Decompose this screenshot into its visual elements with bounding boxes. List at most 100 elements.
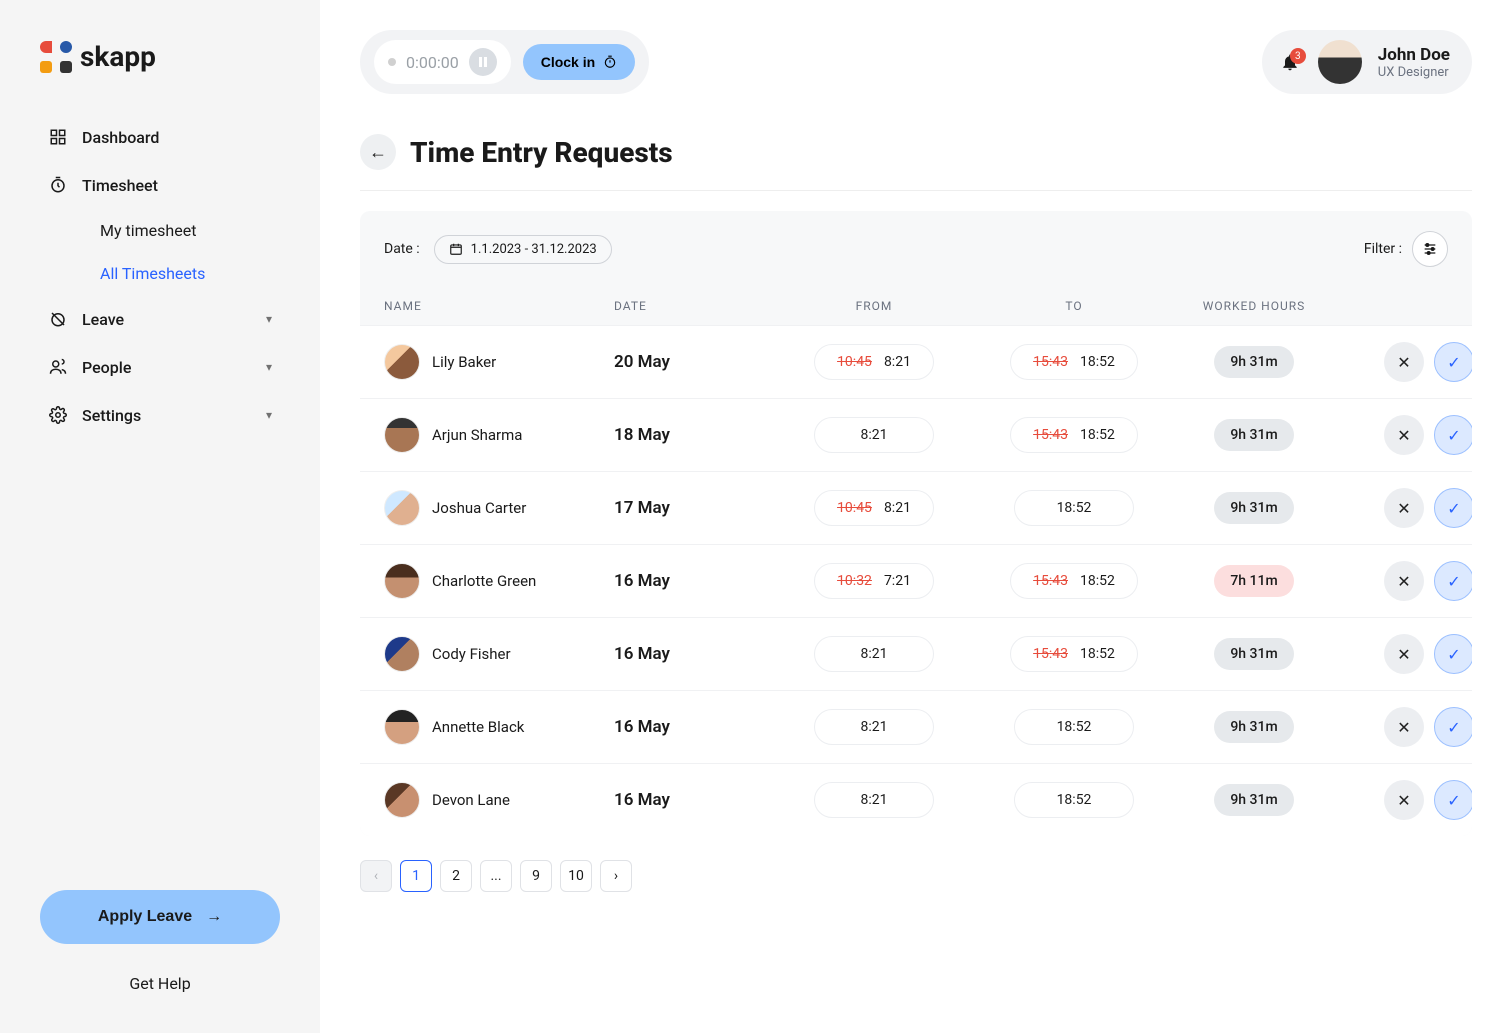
approve-button[interactable]: ✓ <box>1434 780 1472 820</box>
sliders-icon <box>1422 241 1438 257</box>
page-next[interactable]: › <box>600 860 632 892</box>
cell-hours: 9h 31m <box>1174 784 1334 816</box>
reject-button[interactable]: ✕ <box>1384 780 1424 820</box>
person-name: Lily Baker <box>432 353 496 371</box>
user-widget[interactable]: 3 John Doe UX Designer <box>1262 30 1472 94</box>
reject-button[interactable]: ✕ <box>1384 488 1424 528</box>
back-button[interactable]: ← <box>360 134 396 170</box>
cell-name: Annette Black <box>384 709 614 745</box>
close-icon: ✕ <box>1397 499 1410 518</box>
sidebar-nav: Dashboard Timesheet My timesheet All Tim… <box>0 113 320 890</box>
reject-button[interactable]: ✕ <box>1384 634 1424 674</box>
from-pill: 10:458:21 <box>814 344 934 380</box>
person-name: Devon Lane <box>432 791 510 809</box>
apply-leave-label: Apply Leave <box>98 908 192 926</box>
date-range-picker[interactable]: 1.1.2023 - 31.12.2023 <box>434 235 612 264</box>
reject-button[interactable]: ✕ <box>1384 342 1424 382</box>
approve-button[interactable]: ✓ <box>1434 488 1472 528</box>
cell-name: Arjun Sharma <box>384 417 614 453</box>
to-pill: 18:52 <box>1014 782 1134 818</box>
sidebar: skapp Dashboard Timesheet My timesheet A… <box>0 0 320 1033</box>
record-dot-icon <box>388 58 396 66</box>
close-icon: ✕ <box>1397 426 1410 445</box>
from-pill: 8:21 <box>814 782 934 818</box>
page-9[interactable]: 9 <box>520 860 552 892</box>
avatar <box>384 344 420 380</box>
table-body: Lily Baker20 May10:458:2115:4318:529h 31… <box>360 325 1472 836</box>
hours-pill: 9h 31m <box>1214 711 1293 743</box>
to-value: 18:52 <box>1080 646 1115 662</box>
cell-hours: 9h 31m <box>1174 711 1334 743</box>
brand-name: skapp <box>80 40 156 73</box>
hours-pill: 9h 31m <box>1214 419 1293 451</box>
cell-name: Lily Baker <box>384 344 614 380</box>
from-value: 7:21 <box>884 573 911 589</box>
sidebar-item-people[interactable]: People ▾ <box>30 343 290 391</box>
approve-button[interactable]: ✓ <box>1434 561 1472 601</box>
from-value: 8:21 <box>861 719 888 735</box>
page-...[interactable]: ... <box>480 860 512 892</box>
chevron-right-icon: › <box>614 868 618 884</box>
approve-button[interactable]: ✓ <box>1434 707 1472 747</box>
cell-date: 16 May <box>614 790 774 810</box>
approve-button[interactable]: ✓ <box>1434 342 1472 382</box>
cell-to: 15:4318:52 <box>974 563 1174 599</box>
cell-hours: 7h 11m <box>1174 565 1334 597</box>
clock-in-button[interactable]: Clock in <box>523 44 635 80</box>
cell-name: Charlotte Green <box>384 563 614 599</box>
avatar <box>384 490 420 526</box>
sidebar-item-leave[interactable]: Leave ▾ <box>30 295 290 343</box>
cell-from: 10:327:21 <box>774 563 974 599</box>
row-actions: ✕✓ <box>1334 488 1472 528</box>
sidebar-sub-mytimesheet[interactable]: My timesheet <box>82 209 290 252</box>
user-role: UX Designer <box>1378 65 1450 80</box>
approve-button[interactable]: ✓ <box>1434 415 1472 455</box>
table-row: Joshua Carter17 May10:458:2118:529h 31m✕… <box>360 471 1472 544</box>
page-2[interactable]: 2 <box>440 860 472 892</box>
table-row: Lily Baker20 May10:458:2115:4318:529h 31… <box>360 325 1472 398</box>
page-1[interactable]: 1 <box>400 860 432 892</box>
apply-leave-button[interactable]: Apply Leave → <box>40 890 280 944</box>
person-name: Cody Fisher <box>432 645 511 663</box>
timer-value: 0:00:00 <box>406 53 459 72</box>
to-old: 15:43 <box>1033 427 1068 443</box>
cell-to: 18:52 <box>974 709 1174 745</box>
cell-from: 8:21 <box>774 417 974 453</box>
to-value: 18:52 <box>1057 719 1092 735</box>
row-actions: ✕✓ <box>1334 634 1472 674</box>
col-name: NAME <box>384 299 614 313</box>
reject-button[interactable]: ✕ <box>1384 561 1424 601</box>
sidebar-item-dashboard[interactable]: Dashboard <box>30 113 290 161</box>
chevron-left-icon: ‹ <box>374 868 378 884</box>
sidebar-item-settings[interactable]: Settings ▾ <box>30 391 290 439</box>
sidebar-item-label: My timesheet <box>100 221 196 240</box>
chevron-down-icon: ▾ <box>266 408 272 422</box>
get-help-link[interactable]: Get Help <box>40 974 280 993</box>
filter-button[interactable] <box>1412 231 1448 267</box>
table-row: Cody Fisher16 May8:2115:4318:529h 31m✕✓ <box>360 617 1472 690</box>
reject-button[interactable]: ✕ <box>1384 415 1424 455</box>
sidebar-item-timesheet[interactable]: Timesheet <box>30 161 290 209</box>
row-actions: ✕✓ <box>1334 780 1472 820</box>
cell-date: 16 May <box>614 571 774 591</box>
sidebar-item-label: All Timesheets <box>100 264 205 283</box>
check-icon: ✓ <box>1447 645 1460 664</box>
cell-hours: 9h 31m <box>1174 346 1334 378</box>
bell-icon[interactable]: 3 <box>1278 50 1302 74</box>
avatar <box>384 563 420 599</box>
cell-name: Joshua Carter <box>384 490 614 526</box>
user-name: John Doe <box>1378 45 1450 65</box>
reject-button[interactable]: ✕ <box>1384 707 1424 747</box>
page-prev: ‹ <box>360 860 392 892</box>
to-value: 18:52 <box>1080 427 1115 443</box>
from-pill: 8:21 <box>814 709 934 745</box>
from-pill: 10:327:21 <box>814 563 934 599</box>
approve-button[interactable]: ✓ <box>1434 634 1472 674</box>
close-icon: ✕ <box>1397 791 1410 810</box>
sidebar-sub-alltimesheets[interactable]: All Timesheets <box>82 252 290 295</box>
close-icon: ✕ <box>1397 572 1410 591</box>
cell-from: 8:21 <box>774 782 974 818</box>
page-10[interactable]: 10 <box>560 860 592 892</box>
person-name: Annette Black <box>432 718 524 736</box>
from-old: 10:45 <box>837 500 872 516</box>
